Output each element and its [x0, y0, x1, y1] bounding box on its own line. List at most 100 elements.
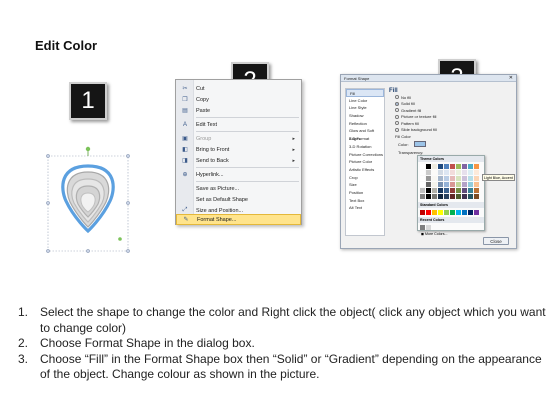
- color-swatch[interactable]: [444, 176, 449, 181]
- color-swatch[interactable]: [438, 164, 443, 169]
- color-swatch[interactable]: [462, 182, 467, 187]
- color-swatch[interactable]: [426, 170, 431, 175]
- color-swatch[interactable]: [456, 210, 461, 215]
- color-swatch[interactable]: [468, 176, 473, 181]
- color-swatch[interactable]: [438, 170, 443, 175]
- color-swatch[interactable]: [438, 194, 443, 199]
- color-swatch[interactable]: [474, 194, 479, 199]
- color-swatch[interactable]: [444, 188, 449, 193]
- color-swatch[interactable]: [456, 188, 461, 193]
- close-button[interactable]: Close: [483, 237, 509, 245]
- color-swatch[interactable]: [468, 210, 473, 215]
- radio-slide-bg-fill[interactable]: Slide background fill: [389, 127, 514, 134]
- menu-item-paste[interactable]: ▤ Paste: [176, 105, 301, 116]
- color-swatch[interactable]: [438, 210, 443, 215]
- color-swatch[interactable]: [420, 170, 425, 175]
- color-swatch[interactable]: [474, 170, 479, 175]
- color-swatch[interactable]: [456, 164, 461, 169]
- sidebar-item-fill[interactable]: Fill: [346, 89, 384, 97]
- color-swatch[interactable]: [456, 182, 461, 187]
- color-swatch[interactable]: [462, 194, 467, 199]
- color-swatch[interactable]: [426, 188, 431, 193]
- color-swatch[interactable]: [444, 182, 449, 187]
- color-swatch[interactable]: [432, 182, 437, 187]
- color-swatch[interactable]: [450, 176, 455, 181]
- color-swatch[interactable]: [468, 164, 473, 169]
- color-swatch[interactable]: [456, 170, 461, 175]
- sidebar-item-3d-format[interactable]: 3-D Format: [346, 135, 384, 143]
- color-swatch[interactable]: [450, 170, 455, 175]
- sidebar-item-artistic-effects[interactable]: Artistic Effects: [346, 166, 384, 174]
- sidebar-item-reflection[interactable]: Reflection: [346, 120, 384, 128]
- menu-item-send-to-back[interactable]: ◨ Send to Back ▸: [176, 155, 301, 166]
- menu-item-bring-to-front[interactable]: ◧ Bring to Front ▸: [176, 144, 301, 155]
- sidebar-item-text-box[interactable]: Text Box: [346, 197, 384, 205]
- color-swatch[interactable]: [426, 210, 431, 215]
- menu-item-set-default-shape[interactable]: Set as Default Shape: [176, 194, 301, 205]
- color-swatch[interactable]: [420, 225, 425, 230]
- color-swatch[interactable]: [426, 225, 431, 230]
- color-swatch[interactable]: [462, 188, 467, 193]
- color-picker-button[interactable]: [413, 141, 426, 147]
- color-swatch[interactable]: [462, 176, 467, 181]
- sidebar-item-crop[interactable]: Crop: [346, 174, 384, 182]
- sidebar-item-picture-color[interactable]: Picture Color: [346, 158, 384, 166]
- sidebar-item-3d-rotation[interactable]: 3-D Rotation: [346, 143, 384, 151]
- color-swatch[interactable]: [468, 188, 473, 193]
- color-swatch[interactable]: [456, 176, 461, 181]
- color-swatch[interactable]: [450, 182, 455, 187]
- color-swatch[interactable]: [474, 164, 479, 169]
- color-swatch[interactable]: [450, 194, 455, 199]
- color-swatch[interactable]: [450, 164, 455, 169]
- color-swatch[interactable]: [444, 194, 449, 199]
- color-swatch[interactable]: [438, 188, 443, 193]
- color-swatch[interactable]: [432, 210, 437, 215]
- color-swatch[interactable]: [426, 176, 431, 181]
- color-swatch[interactable]: [432, 164, 437, 169]
- color-swatch[interactable]: [426, 164, 431, 169]
- color-swatch[interactable]: [450, 188, 455, 193]
- color-swatch[interactable]: [474, 176, 479, 181]
- sidebar-item-line-color[interactable]: Line Color: [346, 97, 384, 105]
- rotate-handle[interactable]: [85, 146, 91, 152]
- color-swatch[interactable]: [438, 182, 443, 187]
- color-swatch[interactable]: [474, 210, 479, 215]
- color-swatch[interactable]: [420, 188, 425, 193]
- color-swatch[interactable]: [420, 176, 425, 181]
- color-swatch[interactable]: [444, 164, 449, 169]
- color-swatch[interactable]: [426, 194, 431, 199]
- menu-item-hyperlink[interactable]: ⊕ Hyperlink...: [176, 169, 301, 180]
- selected-shape[interactable]: [38, 146, 138, 262]
- sidebar-item-glow[interactable]: Glow and Soft Edges: [346, 127, 384, 141]
- close-icon[interactable]: ✕: [509, 75, 513, 82]
- color-swatch[interactable]: [468, 170, 473, 175]
- color-swatch[interactable]: [474, 182, 479, 187]
- more-colors-link[interactable]: ◼ More Colors...: [418, 232, 484, 237]
- color-swatch[interactable]: [468, 194, 473, 199]
- menu-item-copy[interactable]: ❐ Copy: [176, 94, 301, 105]
- color-swatch[interactable]: [468, 182, 473, 187]
- sidebar-item-position[interactable]: Position: [346, 189, 384, 197]
- menu-item-save-as-picture[interactable]: Save as Picture...: [176, 183, 301, 194]
- sidebar-item-alt-text[interactable]: Alt Text: [346, 204, 384, 212]
- sidebar-item-shadow[interactable]: Shadow: [346, 112, 384, 120]
- color-swatch[interactable]: [462, 210, 467, 215]
- color-swatch[interactable]: [432, 188, 437, 193]
- color-swatch[interactable]: [420, 164, 425, 169]
- sidebar-item-picture-corrections[interactable]: Picture Corrections: [346, 151, 384, 159]
- color-swatch[interactable]: [450, 210, 455, 215]
- sidebar-item-line-style[interactable]: Line Style: [346, 104, 384, 112]
- color-swatch[interactable]: [462, 164, 467, 169]
- color-swatch[interactable]: [432, 170, 437, 175]
- color-swatch[interactable]: [432, 176, 437, 181]
- color-swatch[interactable]: [420, 182, 425, 187]
- color-swatch[interactable]: [444, 210, 449, 215]
- color-swatch[interactable]: [438, 176, 443, 181]
- menu-item-edit-text[interactable]: A Edit Text: [176, 119, 301, 130]
- color-swatch[interactable]: [462, 170, 467, 175]
- color-swatch[interactable]: [444, 170, 449, 175]
- color-swatch[interactable]: [474, 188, 479, 193]
- color-swatch[interactable]: [426, 182, 431, 187]
- color-swatch[interactable]: [420, 210, 425, 215]
- menu-item-format-shape[interactable]: ✎ Format Shape...: [176, 214, 301, 225]
